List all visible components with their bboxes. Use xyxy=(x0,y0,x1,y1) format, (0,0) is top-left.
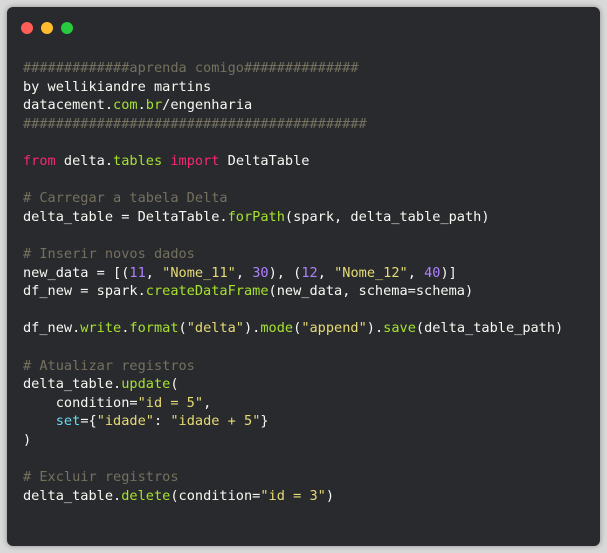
code-token: DeltaTable xyxy=(219,152,310,169)
code-line: # Atualizar registros xyxy=(23,357,563,376)
code-token: ) xyxy=(325,487,335,504)
code-line: ########################################… xyxy=(23,115,563,134)
code-token: ). xyxy=(366,320,384,337)
code-token: #############aprenda comigo#############… xyxy=(23,60,359,76)
code-token: br xyxy=(145,97,163,114)
code-token: "Nome_11" xyxy=(162,264,236,281)
code-token: 30 xyxy=(252,264,269,281)
code-token: condition= xyxy=(23,394,138,411)
code-line: ) xyxy=(23,431,563,450)
code-token: createDataFrame xyxy=(145,283,269,300)
code-token: "idade" xyxy=(96,413,154,430)
code-token: ={ xyxy=(80,413,97,430)
code-block: #############aprenda comigo#############… xyxy=(23,59,563,505)
code-token: )] xyxy=(440,264,457,281)
code-token: # Atualizar registros xyxy=(23,357,195,374)
code-token: datacement. xyxy=(23,97,114,114)
code-token: com xyxy=(113,97,138,114)
code-token: save xyxy=(383,320,416,337)
code-token: (spark, delta_table_path) xyxy=(284,208,490,225)
code-token: new_data = [( xyxy=(23,264,130,281)
code-token: , xyxy=(145,264,163,281)
code-token: forPath xyxy=(227,208,285,225)
code-token: (new_data, schema=schema) xyxy=(268,283,474,300)
close-button[interactable] xyxy=(21,22,33,34)
code-token: . xyxy=(137,97,146,114)
code-token: delta_table. xyxy=(23,487,122,504)
code-line: new_data = [(11, "Nome_11", 30), (12, "N… xyxy=(23,264,563,283)
code-line: condition="id = 5", xyxy=(23,394,563,413)
code-token: by wellikiandre martins xyxy=(23,78,212,95)
code-token: from xyxy=(23,152,56,169)
minimize-button[interactable] xyxy=(41,22,53,34)
code-line: delta_table.update( xyxy=(23,375,563,394)
code-token: : xyxy=(153,413,171,430)
code-token: # Carregar a tabela Delta xyxy=(23,190,228,207)
code-line: # Excluir registros xyxy=(23,468,563,487)
code-token: (condition= xyxy=(170,487,261,504)
code-token: update xyxy=(121,376,171,393)
code-token: ( xyxy=(170,376,179,393)
code-token: df_new = spark. xyxy=(23,283,146,300)
code-token: ), ( xyxy=(268,264,302,281)
code-window: #############aprenda comigo#############… xyxy=(7,7,600,546)
code-token: write xyxy=(80,320,122,337)
code-token: "delta" xyxy=(186,320,244,337)
code-token: df_new. xyxy=(23,320,81,337)
code-token: 40 xyxy=(424,264,441,281)
code-line: df_new.write.format("delta").mode("appen… xyxy=(23,319,563,338)
code-token: , xyxy=(203,394,212,411)
code-token: # Excluir registros xyxy=(23,469,179,486)
code-token: 11 xyxy=(129,264,146,281)
code-line: df_new = spark.createDataFrame(new_data,… xyxy=(23,282,563,301)
code-token: delta_table = DeltaTable. xyxy=(23,208,228,225)
code-token: , xyxy=(317,264,335,281)
code-line: set={"idade": "idade + 5"} xyxy=(23,412,563,431)
code-token: ########################################… xyxy=(23,115,367,132)
window-titlebar xyxy=(7,7,600,47)
code-token: "id = 3" xyxy=(260,487,326,504)
code-token: , xyxy=(235,264,253,281)
code-token: (delta_table_path) xyxy=(415,320,564,337)
code-token: } xyxy=(260,413,269,430)
code-token: "idade + 5" xyxy=(170,413,261,430)
code-token: tables xyxy=(113,152,163,169)
code-token: delta. xyxy=(55,152,114,169)
code-token: 12 xyxy=(301,264,318,281)
code-token: mode xyxy=(260,320,294,337)
code-token: , xyxy=(407,264,425,281)
code-token: delta_table. xyxy=(23,376,122,393)
code-token: format xyxy=(129,320,179,337)
code-line: # Carregar a tabela Delta xyxy=(23,189,563,208)
code-token: set xyxy=(55,413,81,430)
code-line: datacement.com.br/engenharia xyxy=(23,96,563,115)
code-line: # Inserir novos dados xyxy=(23,245,563,264)
code-token: ). xyxy=(244,320,261,337)
code-token: ) xyxy=(23,431,32,448)
code-token: "append" xyxy=(301,320,367,337)
code-line: from delta.tables import DeltaTable xyxy=(23,152,563,171)
code-line: delta_table.delete(condition="id = 3") xyxy=(23,487,563,506)
code-token: "Nome_12" xyxy=(334,264,408,281)
maximize-button[interactable] xyxy=(61,22,73,34)
code-token: delete xyxy=(121,487,171,504)
code-line: delta_table = DeltaTable.forPath(spark, … xyxy=(23,208,563,227)
code-token: # Inserir novos dados xyxy=(23,245,195,262)
code-token: import xyxy=(170,152,220,169)
code-line: #############aprenda comigo#############… xyxy=(23,59,563,78)
code-token: /engenharia xyxy=(162,97,253,114)
code-token: "id = 5" xyxy=(137,394,204,411)
code-line: by wellikiandre martins xyxy=(23,78,563,97)
code-token: ( xyxy=(178,320,187,337)
